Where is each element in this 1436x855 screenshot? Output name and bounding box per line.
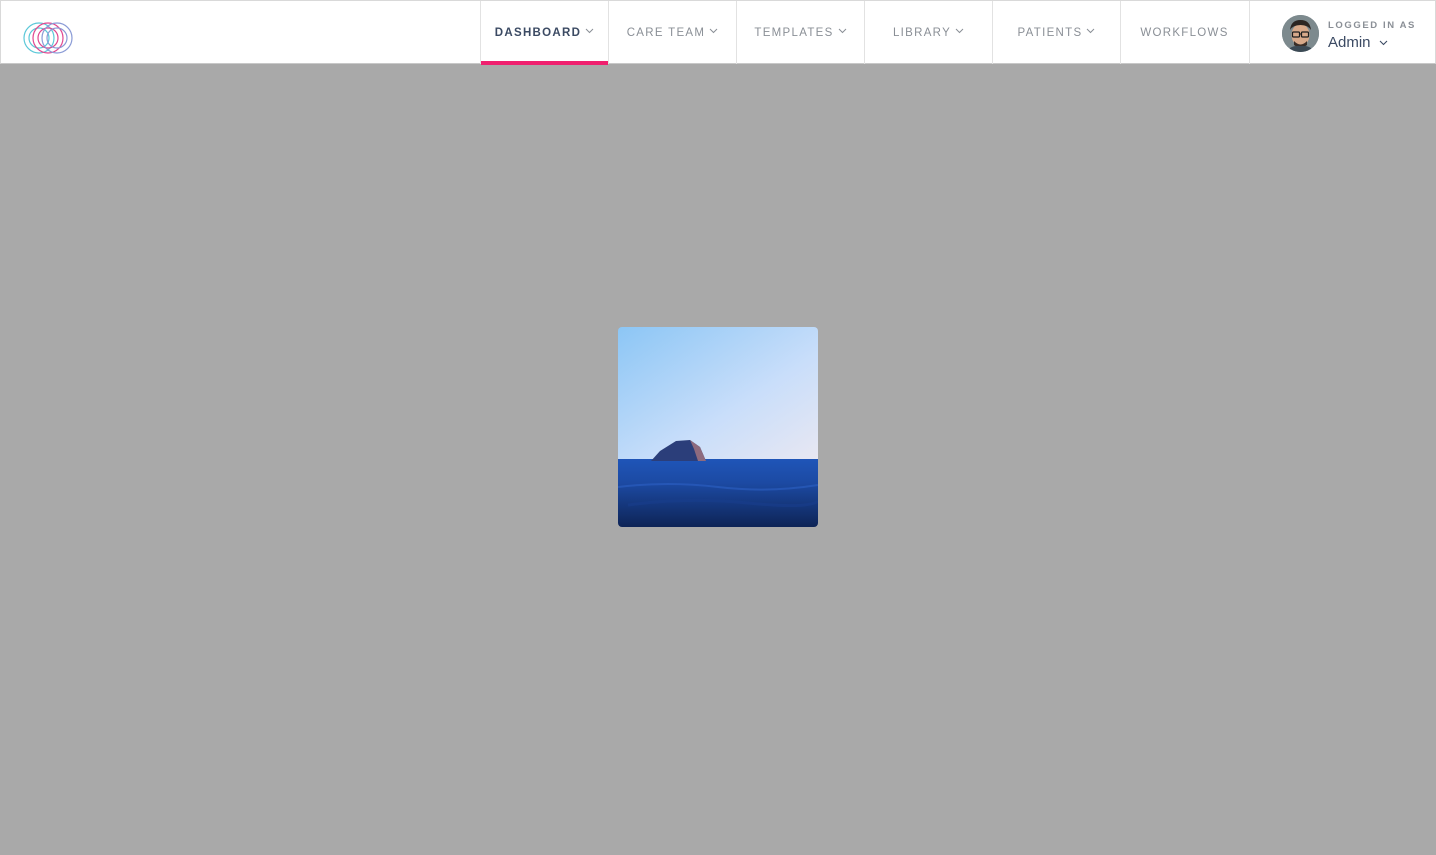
logged-in-caption: LOGGED IN AS [1328,20,1416,31]
nav-item-label: PATIENTS [1017,26,1083,39]
chevron-down-icon [1087,28,1095,33]
logo-icon[interactable] [22,19,74,57]
nav-item-label: WORKFLOWS [1140,26,1229,39]
nav-item-workflows[interactable]: WORKFLOWS [1120,1,1248,64]
chevron-down-icon [709,28,718,33]
nav-item-library[interactable]: LIBRARY [864,1,992,64]
nav-item-templates[interactable]: TEMPLATES [736,1,864,64]
user-menu[interactable]: LOGGED IN AS Admin [1249,1,1436,64]
nav-item-label: CARE TEAM [626,26,706,39]
nav-item-care-team[interactable]: CARE TEAM [608,1,736,64]
user-name-label: Admin [1328,34,1371,51]
nav-item-label: DASHBOARD [494,26,582,39]
top-navigation-bar: DASHBOARD CARE TEAM TEMPLATES LIBRARY PA… [0,0,1436,65]
nav-item-label: LIBRARY [892,26,952,39]
nav-item-patients[interactable]: PATIENTS [992,1,1120,64]
avatar [1282,15,1319,52]
nav-item-dashboard[interactable]: DASHBOARD [480,1,608,65]
chevron-down-icon [955,28,964,33]
chevron-down-icon [1379,40,1387,45]
nav-item-label: TEMPLATES [754,26,834,39]
main-nav: DASHBOARD CARE TEAM TEMPLATES LIBRARY PA… [480,1,1248,65]
island-seascape-image [618,327,818,527]
chevron-down-icon [838,28,846,33]
chevron-down-icon [585,28,594,33]
user-name[interactable]: Admin [1328,34,1388,51]
